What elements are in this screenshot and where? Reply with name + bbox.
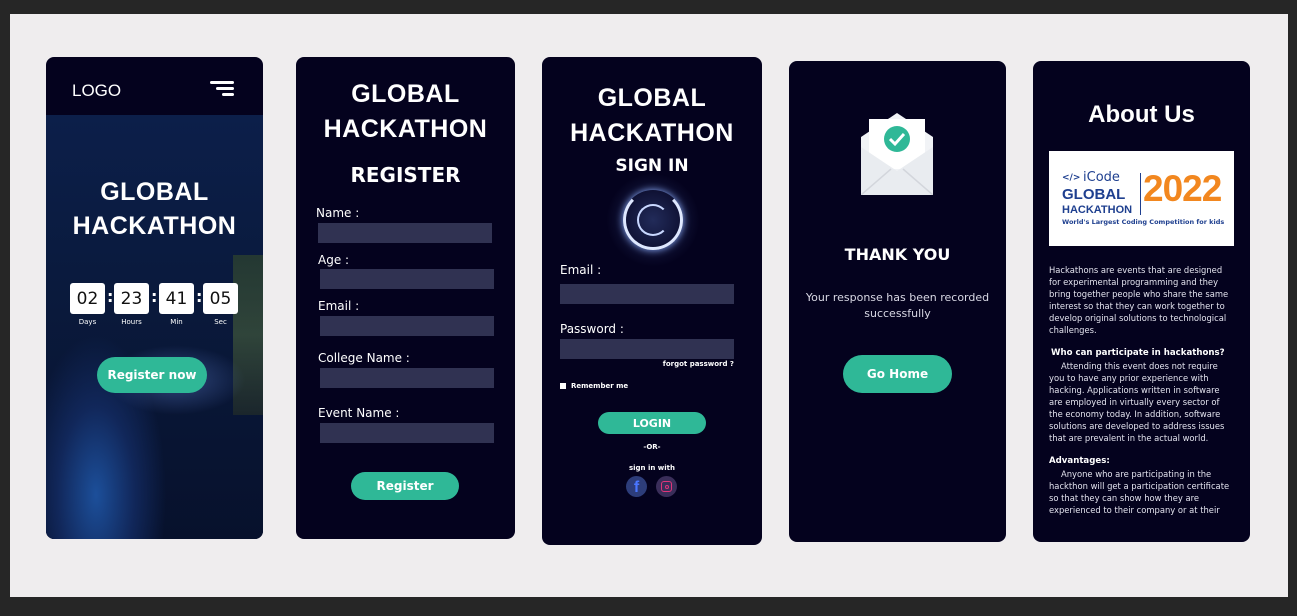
countdown-separator: : — [107, 287, 114, 306]
countdown-days-label: Days — [78, 318, 97, 326]
age-label: Age : — [318, 253, 350, 267]
event-name-label: Event Name : — [318, 406, 400, 420]
countdown-days: 02 — [70, 283, 105, 314]
logo-title-line1: GLOBAL — [1062, 186, 1126, 203]
about-heading: About Us — [1088, 101, 1195, 128]
countdown-minutes: 41 — [159, 283, 194, 314]
countdown-separator: : — [196, 287, 203, 306]
or-divider: -OR- — [643, 443, 661, 451]
logo-brand: iCode — [1083, 170, 1120, 185]
signin-screen: GLOBAL HACKATHON SIGN IN Email : Passwor… — [542, 57, 762, 545]
countdown-seconds-label: Sec — [214, 318, 227, 326]
name-field[interactable] — [318, 223, 492, 243]
countdown-hours: 23 — [114, 283, 149, 314]
thank-you-heading: THANK YOU — [844, 245, 951, 264]
advantages-heading: Advantages: — [1049, 456, 1110, 466]
login-button[interactable]: LOGIN — [598, 412, 706, 434]
logo-divider — [1140, 173, 1141, 215]
password-label: Password : — [560, 322, 624, 336]
instagram-icon[interactable] — [656, 476, 677, 497]
hackathon-logo-banner: </> iCode GLOBAL HACKATHON 2022 World's … — [1049, 151, 1234, 246]
envelope-check-icon — [860, 111, 934, 196]
age-field[interactable] — [320, 269, 494, 289]
event-name-field[interactable] — [320, 423, 494, 443]
code-icon: </> — [1062, 173, 1081, 183]
about-paragraph: Hackathons are events that are designed … — [1049, 265, 1229, 335]
facebook-icon[interactable]: f — [626, 476, 647, 497]
thank-you-message-line2: successfully — [864, 307, 931, 320]
signin-title-line1: GLOBAL — [597, 84, 707, 112]
remember-label: Remember me — [571, 382, 629, 390]
landing-screen: LOGO GLOBAL HACKATHON 02 : 23 : 41 : 05 … — [46, 57, 263, 539]
forgot-password-link[interactable]: forgot password ? — [663, 360, 734, 368]
register-button[interactable]: Register — [351, 472, 459, 500]
countdown-minutes-label: Min — [170, 318, 183, 326]
logo-year: 2022 — [1143, 168, 1222, 209]
hero-title-line1: GLOBAL — [100, 178, 209, 206]
email-field[interactable] — [560, 284, 734, 304]
email-label: Email : — [318, 299, 360, 313]
name-label: Name : — [316, 206, 360, 220]
thank-you-message-line1: Your response has been recorded — [805, 291, 990, 304]
college-name-field[interactable] — [320, 368, 494, 388]
email-label: Email : — [560, 263, 602, 277]
register-title-line1: GLOBAL — [351, 80, 460, 108]
countdown-hours-label: Hours — [121, 318, 142, 326]
social-label: sign in with — [628, 464, 675, 472]
register-heading: REGISTER — [350, 163, 461, 187]
hero-title-line2: HACKATHON — [72, 212, 237, 240]
register-title-line2: HACKATHON — [323, 115, 488, 143]
go-home-button[interactable]: Go Home — [843, 355, 952, 393]
who-can-participate-heading: Who can participate in hackathons? — [1051, 348, 1225, 358]
password-field[interactable] — [560, 339, 734, 359]
countdown-seconds: 05 — [203, 283, 238, 314]
countdown-separator: : — [151, 287, 158, 306]
advantages-paragraph: Anyone who are participating in the hack… — [1049, 469, 1230, 515]
participation-paragraph: Attending this event does not require yo… — [1049, 361, 1225, 443]
logo-tagline: World's Largest Coding Competition for k… — [1062, 218, 1225, 226]
logo[interactable]: LOGO — [72, 81, 121, 101]
menu-icon[interactable] — [210, 81, 236, 99]
about-screen: About Us </> iCode GLOBAL HACKATHON 2022… — [1033, 61, 1250, 542]
college-name-label: College Name : — [318, 351, 410, 365]
register-now-button[interactable]: Register now — [97, 357, 207, 393]
remember-checkbox[interactable] — [560, 383, 566, 389]
email-field[interactable] — [320, 316, 494, 336]
brand-ring-icon — [606, 173, 700, 267]
register-screen: GLOBAL HACKATHON REGISTER Name : Age : E… — [296, 57, 515, 539]
thank-you-screen: THANK YOU Your response has been recorde… — [789, 61, 1006, 542]
logo-title-line2: HACKATHON — [1062, 204, 1133, 216]
signin-title-line2: HACKATHON — [570, 119, 734, 147]
